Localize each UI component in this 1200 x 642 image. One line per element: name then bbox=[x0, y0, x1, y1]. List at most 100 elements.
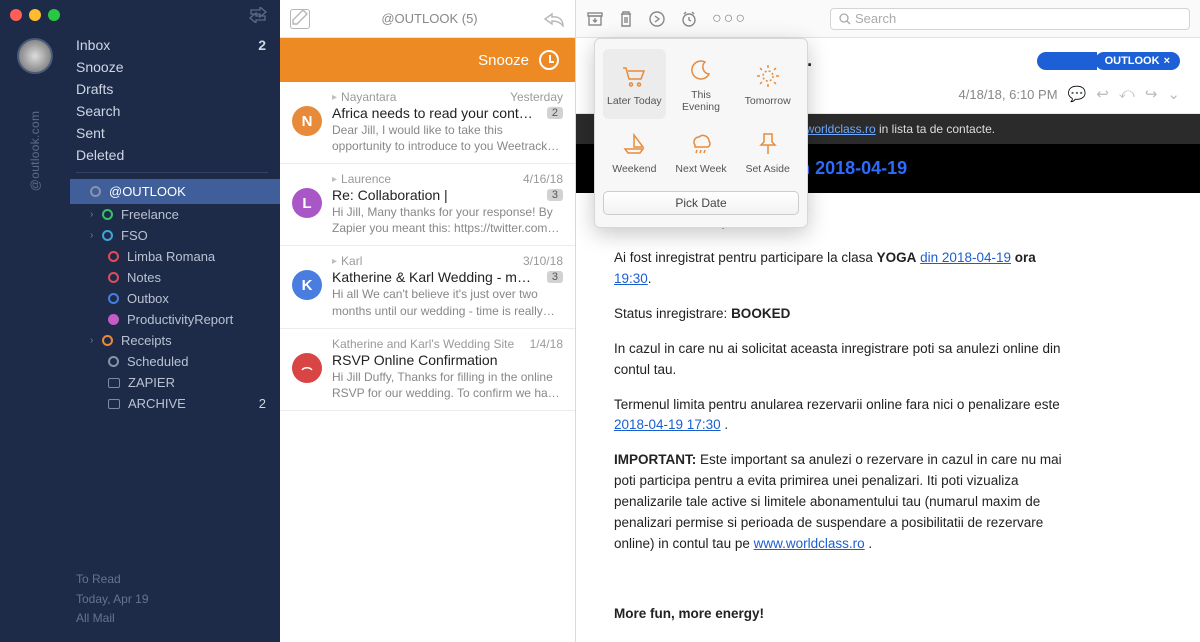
minimize-window[interactable] bbox=[29, 9, 41, 21]
move-icon[interactable] bbox=[648, 10, 666, 28]
close-window[interactable] bbox=[10, 9, 22, 21]
mailbox-outlook[interactable]: @OUTLOOK bbox=[70, 179, 280, 204]
forward-icon[interactable]: ↪ bbox=[1145, 85, 1158, 103]
snooze-tomorrow[interactable]: Tomorrow bbox=[736, 49, 799, 119]
tag-dot-icon bbox=[108, 293, 119, 304]
mailbox-limba[interactable]: Limba Romana bbox=[70, 246, 280, 267]
mailbox-productivityreport[interactable]: ProductivityReport bbox=[70, 309, 280, 330]
mailbox-zapier[interactable]: ZAPIER bbox=[70, 372, 280, 393]
search-icon bbox=[839, 13, 851, 25]
sender-avatar bbox=[292, 353, 322, 383]
message-row[interactable]: K ▸ Karl 3/10/18 Katherine & Karl Weddin… bbox=[280, 246, 575, 328]
folder-list: Inbox 2 Snooze Drafts Search Sent Delete… bbox=[70, 30, 280, 414]
snooze-weekend[interactable]: Weekend bbox=[603, 123, 666, 181]
sync-icon[interactable] bbox=[248, 7, 268, 23]
alarm-clock-icon bbox=[539, 50, 559, 70]
sailboat-icon bbox=[621, 131, 647, 157]
mailbox-scheduled[interactable]: Scheduled bbox=[70, 351, 280, 372]
sun-icon bbox=[755, 63, 781, 89]
folder-drafts[interactable]: Drafts bbox=[70, 78, 280, 100]
sender-avatar: K bbox=[292, 270, 322, 300]
mailbox-fso[interactable]: › FSO bbox=[70, 225, 280, 246]
message-row[interactable]: L ▸ Laurence 4/16/18 Re: Collaboration |… bbox=[280, 164, 575, 246]
snooze-this-evening[interactable]: This Evening bbox=[670, 49, 733, 119]
chevron-right-icon: › bbox=[90, 209, 102, 220]
footer-allmail[interactable]: All Mail bbox=[76, 609, 280, 628]
account-strip: @outlook.com bbox=[0, 30, 70, 414]
snooze-next-week[interactable]: Next Week bbox=[670, 123, 733, 181]
snooze-label: Snooze bbox=[478, 52, 529, 69]
signoff-tagline: More fun, more energy! bbox=[614, 606, 764, 621]
sidebar-footer: To Read Today, Apr 19 All Mail bbox=[0, 560, 280, 642]
mailbox-outbox[interactable]: Outbox bbox=[70, 288, 280, 309]
folder-inbox[interactable]: Inbox 2 bbox=[70, 34, 280, 56]
speech-icon[interactable]: 💬 bbox=[1068, 85, 1087, 103]
thread-chevron-icon: ▸ bbox=[332, 256, 337, 267]
footer-date: Today, Apr 19 bbox=[76, 590, 280, 609]
account-email-vertical: @outlook.com bbox=[28, 111, 42, 191]
snooze-later-today[interactable]: Later Today bbox=[603, 49, 666, 119]
deadline-link[interactable]: 2018-04-19 17:30 bbox=[614, 417, 721, 432]
snooze-set-aside[interactable]: Set Aside bbox=[736, 123, 799, 181]
chevron-right-icon: › bbox=[90, 335, 102, 346]
window-controls bbox=[0, 0, 280, 30]
snooze-icon[interactable] bbox=[680, 10, 698, 28]
footer-toread[interactable]: To Read bbox=[76, 570, 280, 589]
message-row[interactable]: Katherine and Karl's Wedding Site 1/4/18… bbox=[280, 329, 575, 411]
date-link[interactable]: din 2018-04-19 bbox=[920, 250, 1011, 265]
cart-icon bbox=[621, 63, 647, 89]
chevron-down-icon[interactable]: ⌄ bbox=[1167, 85, 1180, 103]
sender-avatar: L bbox=[292, 188, 322, 218]
reply-all-icon[interactable]: ⤺ bbox=[1119, 85, 1135, 103]
cloud-rain-icon bbox=[687, 131, 715, 157]
folder-deleted[interactable]: Deleted bbox=[70, 144, 280, 166]
pick-date-button[interactable]: Pick Date bbox=[603, 191, 799, 215]
tag-dot-icon bbox=[102, 209, 113, 220]
message-list-title: @OUTLOOK (5) bbox=[316, 11, 543, 26]
site-link[interactable]: www.worldclass.ro bbox=[754, 536, 865, 551]
avatar[interactable] bbox=[17, 38, 53, 74]
thread-count-badge: 2 bbox=[547, 107, 563, 119]
tag-dot-icon bbox=[102, 230, 113, 241]
folder-snooze[interactable]: Snooze bbox=[70, 56, 280, 78]
archive-icon bbox=[108, 399, 120, 409]
message-preview: Dear Jill, I would like to take this opp… bbox=[332, 122, 563, 153]
message-subject: Africa needs to read your cont… bbox=[332, 105, 533, 121]
more-icon[interactable]: ○○○ bbox=[712, 10, 747, 28]
zoom-window[interactable] bbox=[48, 9, 60, 21]
reader-toolbar: ○○○ Search bbox=[576, 0, 1200, 38]
sidebar: @outlook.com Inbox 2 Snooze Drafts Searc… bbox=[0, 0, 280, 642]
folder-sent[interactable]: Sent bbox=[70, 122, 280, 144]
tag-dot-icon bbox=[90, 186, 101, 197]
sidebar-separator bbox=[76, 172, 268, 173]
mailbox-freelance[interactable]: › Freelance bbox=[70, 204, 280, 225]
email-date: 4/18/18, 6:10 PM bbox=[959, 87, 1058, 102]
snooze-popover: Later Today This Evening Tomorrow Weeken… bbox=[594, 38, 808, 228]
reply-icon[interactable]: ↩ bbox=[1096, 85, 1109, 103]
reply-icon[interactable] bbox=[543, 11, 565, 27]
message-list-pane: @OUTLOOK (5) Snooze N ▸ Nayantara Yester… bbox=[280, 0, 576, 642]
tag-dot-icon bbox=[108, 314, 119, 325]
thread-chevron-icon: ▸ bbox=[332, 174, 337, 185]
mailbox-label: @OUTLOOK bbox=[109, 184, 186, 199]
account-pill[interactable]: OUTLOOK× bbox=[1095, 52, 1180, 70]
message-row[interactable]: N ▸ Nayantara Yesterday Africa needs to … bbox=[280, 82, 575, 164]
mailbox-archive[interactable]: ARCHIVE 2 bbox=[70, 393, 280, 414]
folder-icon bbox=[108, 378, 120, 388]
time-link[interactable]: 19:30 bbox=[614, 271, 648, 286]
mailbox-notes[interactable]: Notes bbox=[70, 267, 280, 288]
tag-dot-icon bbox=[102, 335, 113, 346]
mailbox-receipts[interactable]: › Receipts bbox=[70, 330, 280, 351]
trash-icon[interactable] bbox=[618, 10, 634, 28]
message-date: Yesterday bbox=[510, 90, 563, 104]
search-input[interactable]: Search bbox=[830, 8, 1190, 30]
archive-icon[interactable] bbox=[586, 10, 604, 28]
folder-count: 2 bbox=[258, 37, 266, 53]
snooze-banner: Snooze bbox=[280, 38, 575, 82]
compose-button[interactable] bbox=[290, 9, 310, 29]
moon-icon bbox=[689, 57, 713, 83]
folder-search[interactable]: Search bbox=[70, 100, 280, 122]
search-placeholder: Search bbox=[855, 11, 896, 26]
thread-chevron-icon: ▸ bbox=[332, 92, 337, 103]
close-icon[interactable]: × bbox=[1164, 55, 1170, 67]
